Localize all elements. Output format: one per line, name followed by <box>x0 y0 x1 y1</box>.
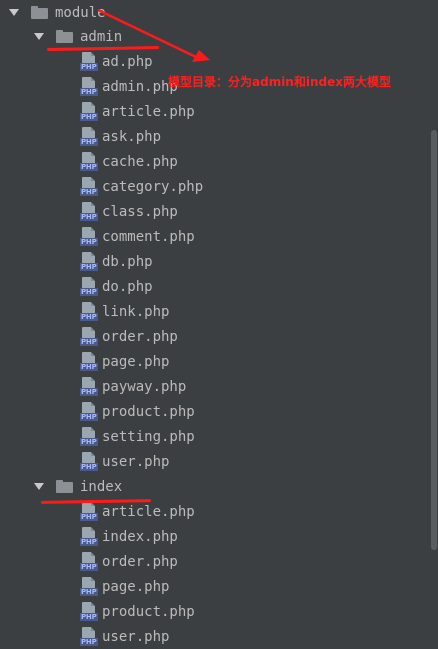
annotation-text: 模型目录：分为admin和index两大模型 <box>168 75 391 89</box>
scrollbar-thumb[interactable] <box>431 130 437 550</box>
annotation-arrow <box>97 8 210 62</box>
vertical-scrollbar[interactable] <box>430 0 438 643</box>
